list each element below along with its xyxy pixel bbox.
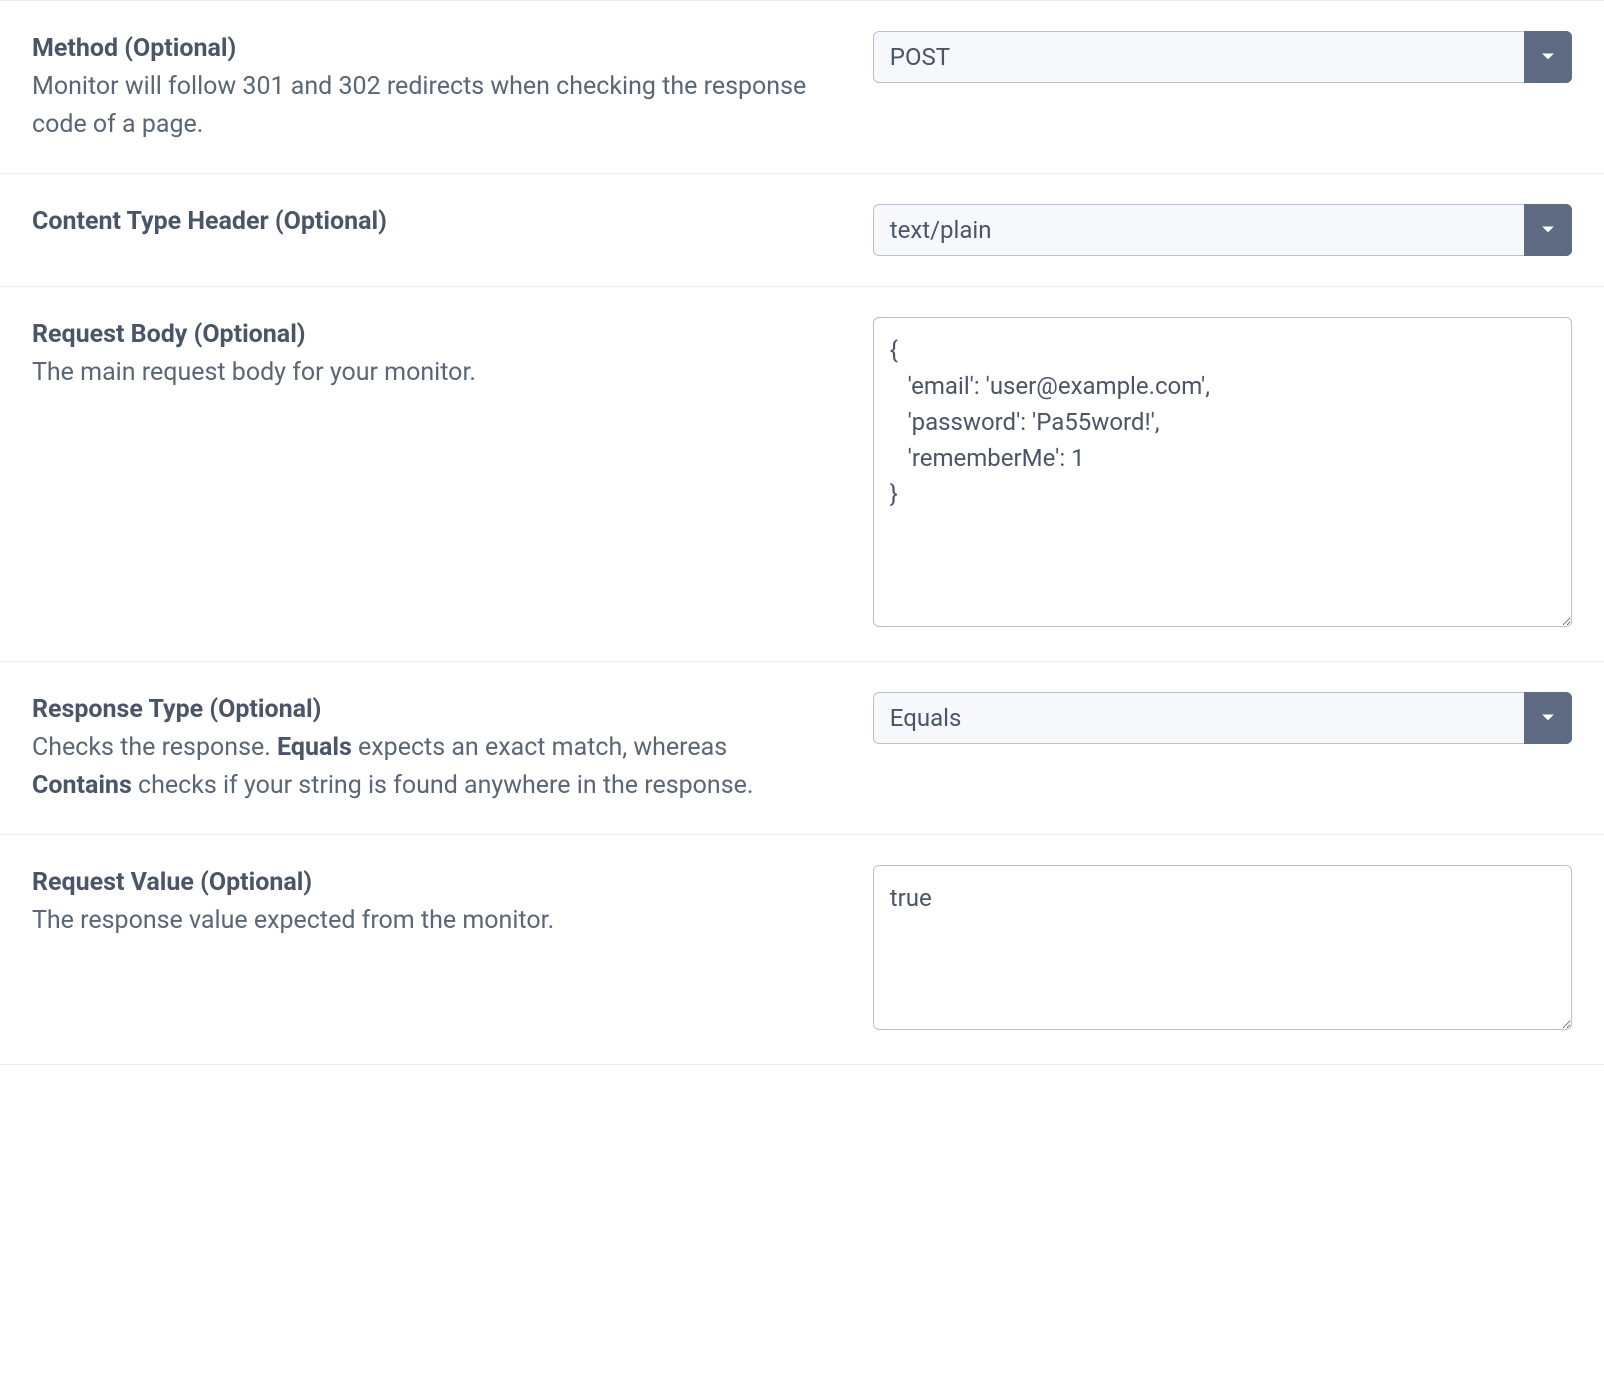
method-label: Method (Optional): [32, 31, 813, 66]
request-body-row: Request Body (Optional) The main request…: [0, 286, 1604, 662]
content-type-input-col: text/plain: [873, 204, 1572, 256]
desc-text: Checks the response.: [32, 733, 277, 762]
content-type-select-value: text/plain: [873, 204, 1572, 256]
request-value-label-col: Request Value (Optional) The response va…: [32, 865, 833, 940]
content-type-label: Content Type Header (Optional): [32, 204, 813, 239]
content-type-row: Content Type Header (Optional) text/plai…: [0, 173, 1604, 287]
request-body-textarea[interactable]: [873, 317, 1572, 627]
desc-bold-contains: Contains: [32, 771, 132, 800]
request-value-description: The response value expected from the mon…: [32, 902, 813, 940]
response-type-row: Response Type (Optional) Checks the resp…: [0, 661, 1604, 835]
response-type-description: Checks the response. Equals expects an e…: [32, 729, 813, 804]
request-body-label: Request Body (Optional): [32, 317, 813, 352]
method-description: Monitor will follow 301 and 302 redirect…: [32, 68, 813, 143]
desc-bold-equals: Equals: [277, 733, 352, 762]
response-type-label: Response Type (Optional): [32, 692, 813, 727]
request-body-description: The main request body for your monitor.: [32, 354, 813, 392]
desc-text: expects an exact match, whereas: [352, 733, 727, 762]
response-type-label-col: Response Type (Optional) Checks the resp…: [32, 692, 833, 804]
request-value-input-col: [873, 865, 1572, 1034]
request-body-label-col: Request Body (Optional) The main request…: [32, 317, 833, 392]
request-value-row: Request Value (Optional) The response va…: [0, 834, 1604, 1065]
content-type-label-col: Content Type Header (Optional): [32, 204, 833, 241]
method-row: Method (Optional) Monitor will follow 30…: [0, 0, 1604, 174]
desc-text: checks if your string is found anywhere …: [132, 771, 754, 800]
method-input-col: POST: [873, 31, 1572, 83]
response-type-input-col: Equals: [873, 692, 1572, 744]
request-value-textarea[interactable]: [873, 865, 1572, 1030]
method-select[interactable]: POST: [873, 31, 1572, 83]
monitor-settings-form: Method (Optional) Monitor will follow 30…: [0, 0, 1604, 1065]
request-body-input-col: [873, 317, 1572, 631]
request-value-label: Request Value (Optional): [32, 865, 813, 900]
content-type-select[interactable]: text/plain: [873, 204, 1572, 256]
response-type-select[interactable]: Equals: [873, 692, 1572, 744]
method-select-value: POST: [873, 31, 1572, 83]
method-label-col: Method (Optional) Monitor will follow 30…: [32, 31, 833, 143]
response-type-select-value: Equals: [873, 692, 1572, 744]
